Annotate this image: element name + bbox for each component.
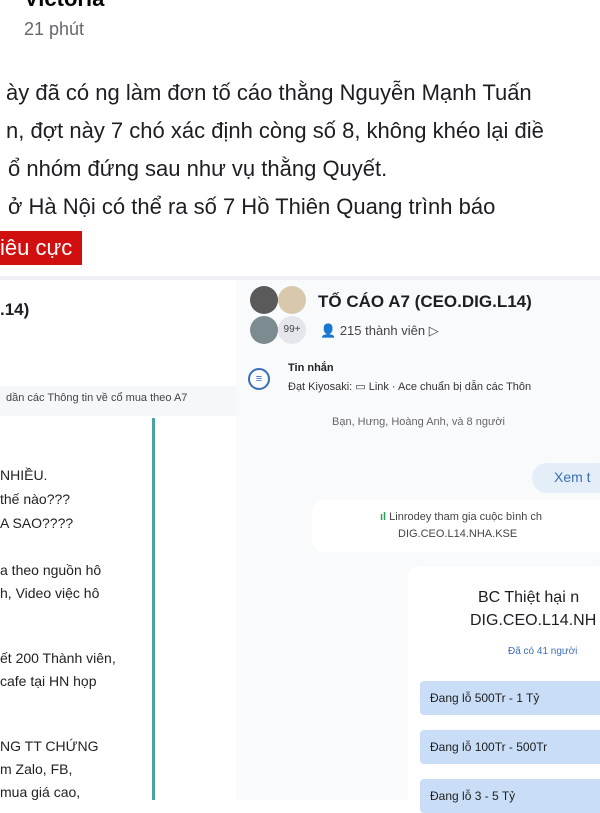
left-panel-line: cafe tại HN họp bbox=[0, 673, 97, 689]
poll-title-line-2: DIG.CEO.L14.NH bbox=[470, 612, 597, 629]
poll-option[interactable]: Đang lỗ 3 - 5 Tỷ bbox=[420, 779, 600, 813]
left-panel-line: A SAO???? bbox=[0, 515, 74, 531]
left-panel-line: mua giá cao, bbox=[0, 784, 81, 800]
left-panel-line: h, Video việc hô bbox=[0, 585, 100, 601]
poll-join-card bbox=[312, 500, 600, 552]
poll-option[interactable]: Đang lỗ 100Tr - 500Tr bbox=[420, 730, 600, 764]
highlight-tag[interactable]: iêu cực bbox=[0, 231, 83, 265]
message-title: Tin nhắn bbox=[288, 362, 334, 374]
left-chat-panel bbox=[0, 280, 236, 800]
post-text-line: ổ nhóm đứng sau như vụ thằng Quyết. bbox=[8, 156, 388, 181]
member-count-badge: 99+ bbox=[278, 316, 306, 344]
people-icon: 👤 bbox=[320, 323, 340, 338]
tag-icon: ▷ bbox=[425, 323, 439, 338]
poll-title: BC Thiệt hại n bbox=[478, 589, 580, 606]
read-receipts: Bạn, Hưng, Hoàng Anh, và 8 người bbox=[332, 416, 505, 428]
left-panel-subheader: dần các Thông tin về cổ mua theo A7 bbox=[0, 386, 236, 416]
left-panel-line: ết 200 Thành viên, bbox=[0, 650, 116, 666]
member-avatar bbox=[278, 286, 306, 314]
left-panel-line: m Zalo, FB, bbox=[0, 761, 73, 777]
see-more-button[interactable]: Xem t bbox=[532, 463, 600, 493]
post-text-line: n, đợt này 7 chó xác định còng số 8, khô… bbox=[6, 118, 544, 143]
post-text-line: ày đã có ng làm đơn tố cáo thằng Nguyễn … bbox=[6, 80, 532, 105]
left-panel-line: thế nào??? bbox=[0, 491, 71, 507]
group-avatar[interactable]: 99+ bbox=[248, 286, 308, 346]
poll-join-text: ıl Linrodey tham gia cuộc bình ch bbox=[380, 511, 543, 523]
left-panel-line: NG TT CHỨNG bbox=[0, 738, 99, 754]
group-name[interactable]: TỐ CÁO A7 (CEO.DIG.L14) bbox=[318, 292, 532, 312]
member-count[interactable]: 👤 215 thành viên ▷ bbox=[320, 323, 439, 339]
member-avatar bbox=[250, 286, 278, 314]
left-panel-header: .14) bbox=[0, 300, 30, 319]
message-icon: ≡ bbox=[248, 368, 270, 390]
post-text-line: ở Hà Nội có thể ra số 7 Hồ Thiên Quang t… bbox=[8, 194, 496, 219]
post-time[interactable]: 21 phút bbox=[24, 19, 84, 40]
left-panel-line: a theo nguồn hô bbox=[0, 562, 102, 578]
poll-join-group: DIG.CEO.L14.NHA.KSE bbox=[398, 528, 518, 540]
message-preview[interactable]: Đạt Kiyosaki: ▭ Link · Ace chuẩn bị dẫn … bbox=[288, 380, 531, 393]
quote-divider bbox=[152, 418, 155, 800]
poll-vote-count[interactable]: Đã có 41 người bbox=[508, 646, 577, 657]
left-panel-line: NHIỀU. bbox=[0, 467, 48, 483]
post-author[interactable]: Victoria bbox=[24, 0, 104, 12]
poll-option[interactable]: Đang lỗ 500Tr - 1 Tỷ bbox=[420, 681, 600, 715]
poll-icon: ıl bbox=[380, 511, 390, 523]
member-avatar bbox=[250, 316, 278, 344]
